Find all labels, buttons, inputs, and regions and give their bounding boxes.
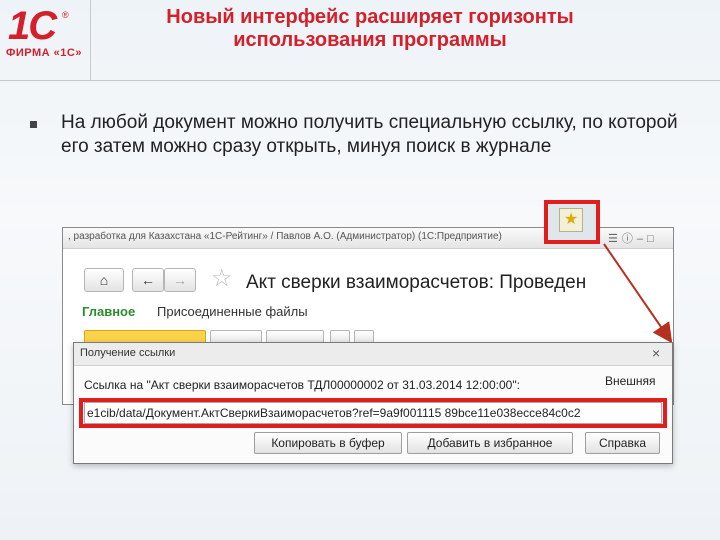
external-link-option[interactable]: Внешняя [605, 374, 656, 388]
close-icon[interactable]: × [652, 345, 660, 361]
link-label: Ссылка на "Акт сверки взаиморасчетов ТДЛ… [84, 378, 520, 392]
dialog-title: Получение ссылки [80, 347, 176, 359]
help-button[interactable]: Справка [585, 432, 660, 454]
add-to-favorites-button[interactable]: Добавить в избранное [407, 432, 573, 454]
link-url-highlight [79, 398, 667, 428]
copy-to-clipboard-button[interactable]: Копировать в буфер [254, 432, 402, 454]
